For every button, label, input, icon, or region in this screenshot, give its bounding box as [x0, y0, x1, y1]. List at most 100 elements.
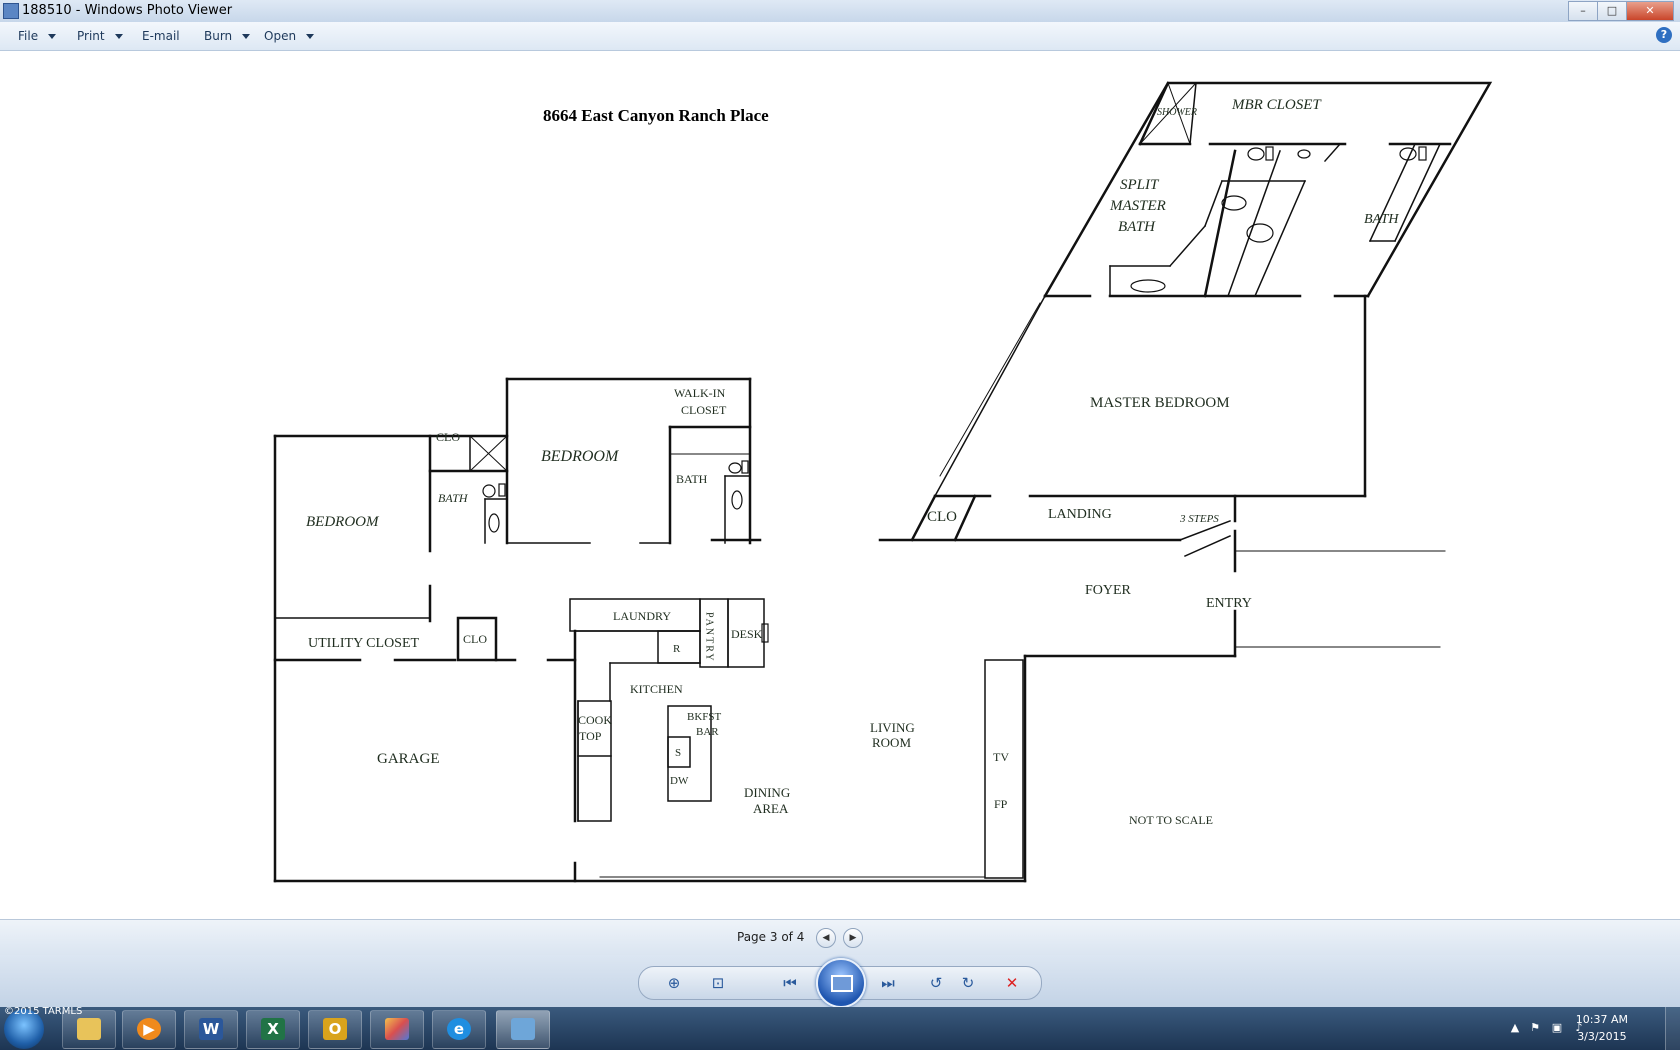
label-entry: ENTRY [1206, 596, 1252, 611]
minimize-button[interactable]: – [1568, 1, 1598, 21]
label-pantry: PANTRY [704, 612, 715, 663]
label-clo-left: CLO [436, 430, 460, 444]
show-desktop-button[interactable] [1665, 1007, 1680, 1050]
excel-icon: X [261, 1018, 285, 1040]
outlook-icon: O [323, 1018, 347, 1040]
label-garage: GARAGE [377, 751, 440, 767]
rotate-clockwise-icon[interactable]: ↻ [957, 973, 979, 993]
chevron-down-icon [242, 34, 251, 39]
label-cooktop-line1: COOK [578, 713, 612, 727]
rotate-counterclockwise-icon[interactable]: ↺ [925, 973, 947, 993]
windows-taskbar: ▶ W X O e ▲ ⚑ ▣ ♪ 10:37 AM 3/3/2015 [0, 1007, 1680, 1050]
zoom-icon[interactable]: ⊕ [663, 973, 685, 993]
slideshow-icon [831, 975, 853, 992]
plumbing-fixtures [482, 146, 1427, 643]
label-kitchen: KITCHEN [630, 682, 683, 696]
label-foyer: FOYER [1085, 583, 1132, 598]
network-icon[interactable]: ▣ [1550, 1021, 1564, 1035]
label-bath-right: BATH [1364, 212, 1399, 227]
property-address: 8664 East Canyon Ranch Place [543, 106, 769, 125]
label-walk-in-closet-line2: CLOSET [681, 403, 727, 417]
chevron-down-icon [306, 34, 315, 39]
label-living-room-line1: LIVING [870, 720, 915, 735]
label-utility-closet: UTILITY CLOSET [308, 636, 420, 651]
taskbar-photo-viewer[interactable] [496, 1010, 550, 1049]
menu-email[interactable]: E-mail [142, 22, 180, 50]
title-bar: 188510 - Windows Photo Viewer – □ ✕ [0, 0, 1680, 23]
label-bkfst-bar-line2: BAR [696, 726, 719, 738]
label-split-master-bath-line3: BATH [1118, 219, 1156, 235]
label-desk: DESK [731, 627, 763, 641]
label-bedroom-left: BEDROOM [306, 514, 380, 530]
taskbar-excel[interactable]: X [246, 1010, 300, 1049]
label-shower: SHOWER [1157, 107, 1197, 118]
label-laundry: LAUNDRY [613, 609, 671, 623]
menu-burn[interactable]: Burn [204, 22, 251, 50]
page-indicator: Page 3 of 4 [737, 930, 805, 944]
paint-icon [385, 1018, 409, 1040]
help-icon[interactable]: ? [1656, 27, 1672, 43]
label-living-room-line2: ROOM [872, 735, 911, 750]
maximize-button[interactable]: □ [1597, 1, 1627, 21]
close-button[interactable]: ✕ [1626, 1, 1674, 21]
folder-icon [77, 1018, 101, 1040]
menu-burn-label: Burn [204, 29, 233, 43]
photo-viewer-icon [511, 1018, 535, 1040]
label-mbr-closet: MBR CLOSET [1231, 97, 1322, 113]
menu-bar: File Print E-mail Burn Open ? [0, 22, 1680, 51]
system-clock[interactable]: 10:37 AM 3/3/2015 [1576, 1011, 1628, 1045]
menu-open-label: Open [264, 29, 297, 43]
window-title: 188510 - Windows Photo Viewer [22, 3, 233, 18]
label-bedroom-middle: BEDROOM [541, 448, 620, 465]
menu-open[interactable]: Open [264, 22, 315, 50]
label-clo-landing: CLO [927, 509, 957, 525]
taskbar-paint[interactable] [370, 1010, 424, 1049]
label-sink: S [675, 747, 681, 759]
viewer-toolbar: ⊕ ⊡ ⏮ ⏭ ↺ ↻ ✕ [0, 955, 1680, 1008]
next-image-icon[interactable]: ⏭ [877, 973, 899, 993]
label-landing: LANDING [1048, 507, 1112, 522]
label-walk-in-closet-line1: WALK-IN [674, 386, 726, 400]
next-page-icon[interactable]: ▶ [843, 928, 863, 948]
label-3-steps: 3 STEPS [1179, 513, 1219, 525]
slideshow-button[interactable] [816, 958, 866, 1008]
image-viewport: 8664 East Canyon Ranch Place SHOWER MBR … [0, 51, 1680, 919]
label-clo-utility: CLO [463, 632, 487, 646]
media-player-icon: ▶ [137, 1018, 161, 1040]
taskbar-word[interactable]: W [184, 1010, 238, 1049]
taskbar-media-player[interactable]: ▶ [122, 1010, 176, 1049]
photo-viewer-icon [3, 3, 19, 19]
taskbar-outlook[interactable]: O [308, 1010, 362, 1049]
menu-file[interactable]: File [18, 22, 57, 50]
previous-page-icon[interactable]: ◀ [816, 928, 836, 948]
chevron-down-icon [48, 34, 57, 39]
delete-icon[interactable]: ✕ [1001, 973, 1023, 993]
window-controls: – □ ✕ [1568, 1, 1674, 21]
label-split-master-bath-line2: MASTER [1109, 198, 1166, 214]
playback-controls: ⊕ ⊡ ⏮ ⏭ ↺ ↻ ✕ [638, 958, 1042, 1008]
action-center-flag-icon[interactable]: ⚑ [1528, 1021, 1542, 1035]
floor-plan-walls [273, 81, 1493, 883]
label-refrigerator: R [673, 643, 681, 655]
label-bkfst-bar-line1: BKFST [687, 711, 722, 723]
show-hidden-icons-icon[interactable]: ▲ [1508, 1021, 1522, 1035]
menu-print[interactable]: Print [77, 22, 123, 50]
taskbar-internet-explorer[interactable]: e [432, 1010, 486, 1049]
previous-image-icon[interactable]: ⏮ [779, 973, 801, 993]
menu-file-label: File [18, 29, 39, 43]
label-dishwasher: DW [670, 775, 689, 787]
label-not-to-scale: NOT TO SCALE [1129, 813, 1213, 827]
label-split-master-bath-line1: SPLIT [1120, 177, 1160, 193]
label-bath-middle: BATH [676, 472, 708, 486]
label-bath-left: BATH [438, 491, 469, 505]
menu-print-label: Print [77, 29, 105, 43]
label-dining-area-line1: DINING [744, 785, 790, 800]
clock-time: 10:37 AM [1575, 1013, 1628, 1026]
internet-explorer-icon: e [447, 1018, 471, 1040]
label-tv: TV [993, 750, 1009, 764]
actual-size-icon[interactable]: ⊡ [707, 973, 729, 993]
menu-email-label: E-mail [142, 29, 180, 43]
label-fireplace: FP [994, 797, 1008, 811]
label-master-bedroom: MASTER BEDROOM [1090, 395, 1230, 411]
label-dining-area-line2: AREA [753, 801, 789, 816]
